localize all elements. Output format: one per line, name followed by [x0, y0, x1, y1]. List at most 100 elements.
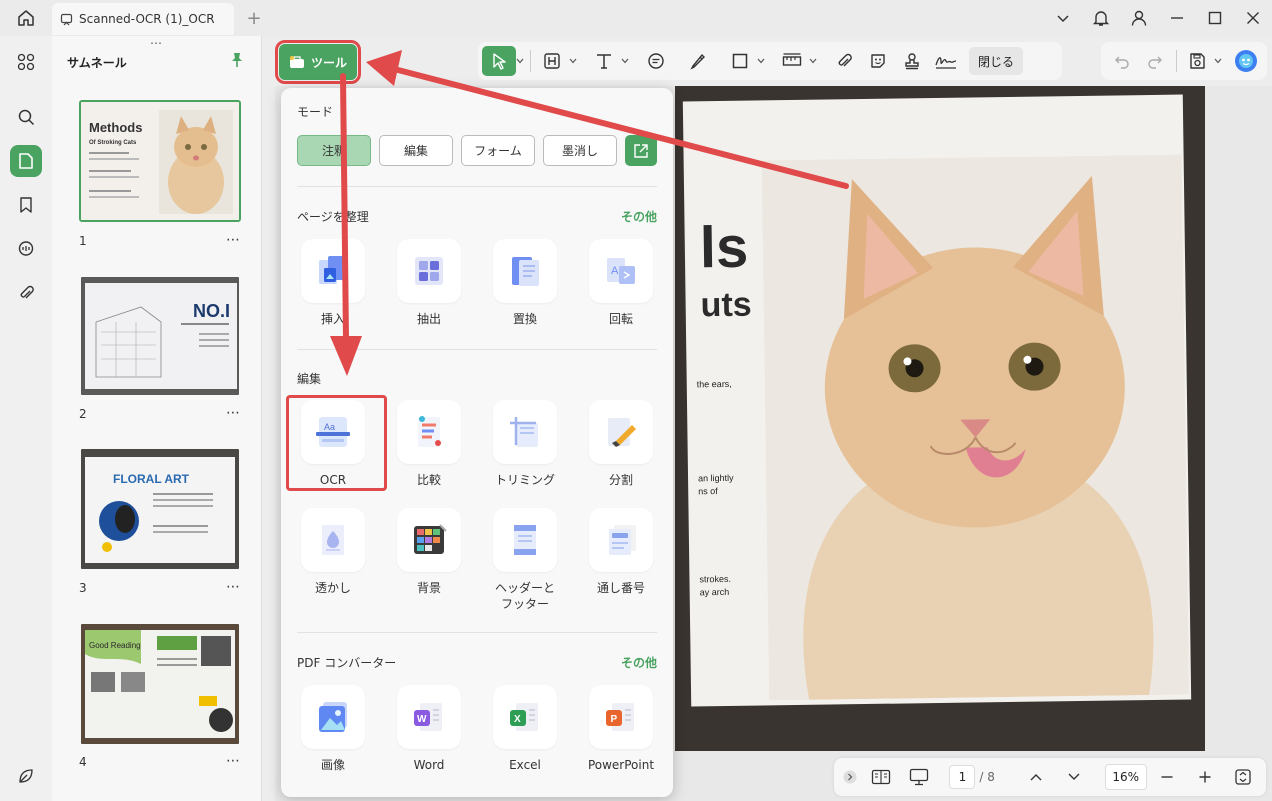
- stamp-tool-button[interactable]: [895, 46, 929, 76]
- previous-page-button[interactable]: [1019, 763, 1053, 791]
- background-tool[interactable]: 背景: [389, 508, 469, 596]
- presentation-icon: [909, 768, 928, 786]
- watermark-tile: [301, 508, 365, 572]
- replace-page-tool[interactable]: 置換: [485, 239, 565, 327]
- select-tool-button[interactable]: [482, 46, 516, 76]
- rail-thumbnails-button[interactable]: [10, 145, 42, 177]
- toolbox-icon: [289, 56, 304, 68]
- page-2-more-button[interactable]: ⋯: [226, 405, 241, 421]
- mode-annotate-button[interactable]: 注釈: [297, 135, 371, 166]
- maximize-button[interactable]: [1196, 0, 1234, 36]
- fit-page-icon: [1235, 769, 1251, 785]
- insert-page-tool[interactable]: 挿入: [293, 239, 373, 327]
- open-in-window-button[interactable]: [625, 135, 657, 166]
- rail-comments-button[interactable]: [10, 233, 42, 265]
- close-window-button[interactable]: [1234, 0, 1272, 36]
- tab-list-button[interactable]: [1044, 0, 1082, 36]
- replace-page-label: 置換: [512, 312, 537, 326]
- background-icon: [414, 524, 447, 554]
- extract-page-icon: [415, 257, 443, 285]
- page-thumbnail-4[interactable]: Good Reading: [79, 622, 241, 746]
- tools-button[interactable]: ツール: [275, 40, 361, 84]
- measure-tool-dropdown[interactable]: [809, 58, 819, 64]
- rail-theme-button[interactable]: [10, 760, 42, 792]
- redo-button[interactable]: [1138, 46, 1171, 76]
- collapse-status-bar-button[interactable]: [840, 763, 860, 791]
- extract-page-tool[interactable]: 抽出: [389, 239, 469, 327]
- pin-panel-button[interactable]: [230, 52, 244, 71]
- shape-tool-dropdown[interactable]: [757, 58, 767, 64]
- chevron-down-icon: [516, 58, 524, 64]
- convert-to-image-tool[interactable]: 画像: [293, 685, 373, 773]
- split-label: 分割: [608, 473, 633, 487]
- page-layout-button[interactable]: [864, 763, 898, 791]
- mode-redact-button[interactable]: 墨消し: [543, 135, 617, 166]
- converter-more-link[interactable]: その他: [621, 654, 657, 671]
- current-page-input[interactable]: 1: [949, 765, 976, 789]
- presentation-button[interactable]: [902, 763, 936, 791]
- select-tool-dropdown[interactable]: [516, 58, 526, 64]
- minimize-button[interactable]: [1158, 0, 1196, 36]
- ai-assistant-button[interactable]: [1230, 46, 1263, 76]
- crop-tool[interactable]: トリミング: [485, 400, 565, 488]
- highlight-tool-button[interactable]: [535, 46, 569, 76]
- home-button[interactable]: [0, 0, 52, 36]
- page-1-more-button[interactable]: ⋯: [226, 232, 241, 248]
- rail-attachments-button[interactable]: [10, 277, 42, 309]
- minus-icon: [1161, 776, 1173, 778]
- leaf-icon: [19, 769, 33, 783]
- thumb-title: Good Reading: [89, 641, 141, 650]
- sticker-tool-button[interactable]: [861, 46, 895, 76]
- header-footer-tool[interactable]: ヘッダーと フッター: [485, 508, 565, 612]
- convert-to-excel-tool[interactable]: X Excel: [485, 685, 565, 773]
- mode-edit-button[interactable]: 編集: [379, 135, 453, 166]
- watermark-icon: [322, 525, 344, 555]
- rail-apps-button[interactable]: [10, 46, 42, 78]
- bates-number-tool[interactable]: 通し番号: [581, 508, 661, 596]
- document-tab[interactable]: Scanned-OCR (1)_OCR: [52, 3, 234, 35]
- convert-to-word-tool[interactable]: W Word: [389, 685, 469, 773]
- rail-search-button[interactable]: [10, 101, 42, 133]
- fit-page-button[interactable]: [1226, 763, 1260, 791]
- watermark-tool[interactable]: 透かし: [293, 508, 373, 596]
- save-button[interactable]: [1181, 46, 1214, 76]
- next-page-button[interactable]: [1057, 763, 1091, 791]
- zoom-in-button[interactable]: [1188, 763, 1222, 791]
- zoom-out-button[interactable]: [1151, 763, 1185, 791]
- page-thumbnail-1[interactable]: Methods Of Stroking Cats: [79, 100, 241, 222]
- notifications-button[interactable]: [1082, 0, 1120, 36]
- manage-pages-more-link[interactable]: その他: [621, 208, 657, 225]
- zoom-level-input[interactable]: 16%: [1104, 764, 1147, 790]
- tools-button-label: ツール: [310, 55, 347, 70]
- compare-tool[interactable]: 比較: [389, 400, 469, 488]
- page-3-more-button[interactable]: ⋯: [226, 579, 241, 595]
- rail-bookmarks-button[interactable]: [10, 189, 42, 221]
- new-tab-button[interactable]: +: [234, 8, 274, 29]
- attach-tool-button[interactable]: [827, 46, 861, 76]
- rotate-page-tool[interactable]: A 回転: [581, 239, 661, 327]
- page-number-2: 2: [79, 407, 87, 421]
- measure-tool-button[interactable]: [775, 46, 809, 76]
- highlight-tool-dropdown[interactable]: [569, 58, 579, 64]
- text-tool-dropdown[interactable]: [621, 58, 631, 64]
- shape-tool-button[interactable]: [723, 46, 757, 76]
- page-number-3: 3: [79, 581, 87, 595]
- close-toolbar-button[interactable]: 閉じる: [969, 47, 1024, 75]
- undo-button[interactable]: [1105, 46, 1138, 76]
- text-tool-button[interactable]: [587, 46, 621, 76]
- comment-tool-button[interactable]: [639, 46, 673, 76]
- convert-to-image-tile: [301, 685, 365, 749]
- split-tool[interactable]: 分割: [581, 400, 661, 488]
- mode-form-button[interactable]: フォーム: [461, 135, 535, 166]
- account-button[interactable]: [1120, 0, 1158, 36]
- panel-resize-handle[interactable]: ⋯: [150, 36, 163, 50]
- page-thumbnail-2[interactable]: NO.I: [79, 275, 241, 397]
- page-4-more-button[interactable]: ⋯: [226, 753, 241, 769]
- convert-to-powerpoint-tool[interactable]: P PowerPoint: [581, 685, 661, 773]
- save-dropdown[interactable]: [1214, 58, 1224, 64]
- page-thumbnail-3[interactable]: FLORAL ART: [79, 447, 241, 571]
- signature-tool-button[interactable]: [929, 46, 963, 76]
- ocr-tool[interactable]: Aa OCR: [293, 400, 373, 488]
- pen-tool-button[interactable]: [681, 46, 715, 76]
- header-footer-icon: [514, 525, 536, 555]
